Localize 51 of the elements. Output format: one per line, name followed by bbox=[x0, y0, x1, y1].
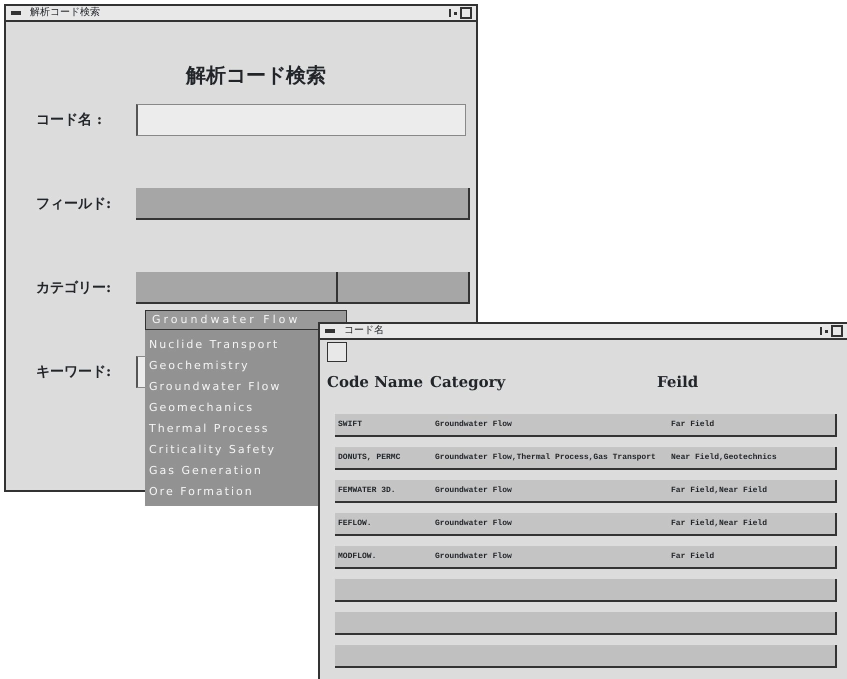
dropdown-header[interactable]: Groundwater Flow bbox=[145, 310, 347, 330]
window-menu-icon[interactable] bbox=[324, 327, 336, 335]
dropdown-field[interactable] bbox=[136, 272, 338, 304]
table-row[interactable]: FEMWATER 3D. Groundwater Flow Far Field,Near Field bbox=[335, 480, 837, 503]
table-cell: DONUTS, PERMC bbox=[338, 453, 400, 462]
table-cell: Groundwater Flow,Thermal Process,Gas Transport bbox=[435, 453, 656, 462]
window-title: コード名 bbox=[344, 324, 384, 338]
dropdown-item[interactable]: Groundwater Flow bbox=[149, 376, 318, 397]
table-row[interactable]: MODFLOW. Groundwater Flow Far Field bbox=[335, 546, 837, 569]
table-cell: FEMWATER 3D. bbox=[338, 486, 396, 495]
dropdown-item[interactable]: Nuclide Transport bbox=[149, 334, 318, 355]
window-menu-icon[interactable] bbox=[10, 9, 22, 17]
dropdown-item[interactable]: Gas Generation bbox=[149, 460, 318, 481]
table-cell: Far Field bbox=[671, 552, 714, 561]
window-title: 解析コード検索 bbox=[30, 6, 100, 20]
field-label: キーワード: bbox=[36, 362, 112, 382]
table-cell: Groundwater Flow bbox=[435, 486, 512, 495]
table-cell: SWIFT bbox=[338, 420, 362, 429]
checkbox[interactable] bbox=[327, 342, 347, 362]
column-header: Feild bbox=[657, 373, 698, 391]
heading: 解析コード検索 bbox=[184, 62, 327, 89]
table-cell: MODFLOW. bbox=[338, 552, 376, 561]
table-cell: Far Field,Near Field bbox=[671, 486, 768, 495]
table-row[interactable]: FEFLOW. Groundwater Flow Far Field,Near Field bbox=[335, 513, 837, 536]
dropdown-field[interactable] bbox=[136, 188, 470, 220]
field-label: カテゴリー: bbox=[36, 278, 112, 298]
dropdown-item[interactable]: Geochemistry bbox=[149, 355, 318, 376]
table-cell: Far Field,Near Field bbox=[671, 519, 768, 528]
window-controls-icon[interactable] bbox=[819, 325, 843, 337]
table-row[interactable] bbox=[335, 579, 837, 602]
field-label: フィールド: bbox=[36, 194, 112, 214]
table-cell: Far Field bbox=[671, 420, 714, 429]
table-cell: Groundwater Flow bbox=[435, 552, 512, 561]
dropdown-button[interactable] bbox=[338, 272, 470, 304]
column-header: Code Name bbox=[327, 373, 424, 391]
column-header: Category bbox=[430, 373, 506, 391]
table-row[interactable]: DONUTS, PERMC Groundwater Flow,Thermal Process,Gas Transport Near Field,Geotechnics bbox=[335, 447, 837, 470]
dropdown-item[interactable]: Ore Formation bbox=[149, 481, 318, 502]
table-cell: FEFLOW. bbox=[338, 519, 372, 528]
table-row[interactable] bbox=[335, 612, 837, 635]
table-cell: Near Field,Geotechnics bbox=[671, 453, 777, 462]
field-label: コード名 : bbox=[36, 110, 104, 130]
dropdown-item[interactable]: Thermal Process bbox=[149, 418, 318, 439]
table-cell: Groundwater Flow bbox=[435, 519, 512, 528]
table-row[interactable] bbox=[335, 645, 837, 668]
table-cell: Groundwater Flow bbox=[435, 420, 512, 429]
dropdown-item[interactable]: Geomechanics bbox=[149, 397, 318, 418]
table-row[interactable]: SWIFT Groundwater Flow Far Field bbox=[335, 414, 837, 437]
window-controls-icon[interactable] bbox=[448, 7, 472, 19]
dropdown-item[interactable]: Criticality Safety bbox=[149, 439, 318, 460]
text-field[interactable] bbox=[136, 104, 466, 136]
